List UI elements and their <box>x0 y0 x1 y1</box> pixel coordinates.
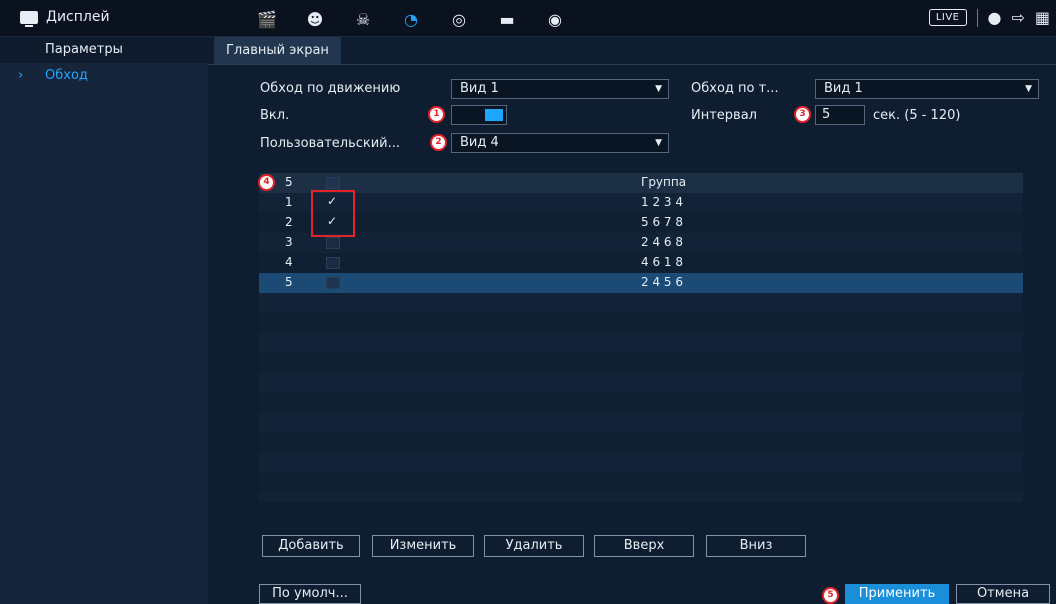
chevron-down-icon: ▼ <box>655 84 662 94</box>
badge-3: 3 <box>794 106 811 123</box>
empty-row <box>259 313 1023 333</box>
tab-main-screen[interactable]: Главный экран <box>214 37 341 64</box>
row-number: 5 <box>285 275 293 289</box>
user-icon[interactable]: ● <box>988 8 1002 27</box>
custom-select[interactable]: Вид 4 ▼ <box>451 133 669 153</box>
badge-1: 1 <box>428 106 445 123</box>
chevron-right-icon: › <box>18 68 24 83</box>
select-all-checkbox[interactable] <box>326 177 340 189</box>
table-header: 5 Группа <box>259 173 1023 193</box>
row-group: 5 6 7 8 <box>641 215 683 229</box>
row-number: 1 <box>285 195 293 209</box>
monitor-icon[interactable]: ▬ <box>483 8 531 30</box>
row-number: 4 <box>285 255 293 269</box>
dial-icon[interactable]: ◔ <box>387 8 435 30</box>
row-checkbox[interactable] <box>326 257 340 269</box>
group-header: Группа <box>641 175 687 189</box>
add-button[interactable]: Добавить <box>262 535 360 557</box>
speaker-icon[interactable]: ◉ <box>531 8 579 30</box>
tour-by-label: Обход по т... <box>691 81 779 96</box>
down-button[interactable]: Вниз <box>706 535 806 557</box>
enable-toggle[interactable] <box>451 105 507 125</box>
row-group: 4 6 1 8 <box>641 255 683 269</box>
empty-row <box>259 473 1023 493</box>
qr-icon[interactable]: ▦ <box>1035 8 1050 27</box>
live-button[interactable]: LIVE <box>928 9 967 26</box>
toggle-knob <box>485 109 503 121</box>
chevron-down-icon: ▼ <box>1025 84 1032 94</box>
empty-row <box>259 353 1023 373</box>
table-row[interactable]: 1 ✓ 1 2 3 4 <box>259 193 1023 213</box>
top-right-bar: LIVE ● ⇨ ▦ <box>928 8 1050 27</box>
row-number: 2 <box>285 215 293 229</box>
empty-row <box>259 373 1023 393</box>
custom-label: Пользовательский... <box>260 136 401 151</box>
row-number: 3 <box>285 235 293 249</box>
sidebar: Параметры › Обход <box>0 37 208 604</box>
sidebar-item-parameters[interactable]: Параметры <box>0 37 208 63</box>
select-value: Вид 4 <box>460 135 499 150</box>
delete-button[interactable]: Удалить <box>484 535 584 557</box>
highlight-box <box>311 190 355 237</box>
sidebar-item-label: Параметры <box>45 42 123 57</box>
sidebar-item-tour[interactable]: › Обход <box>0 63 208 89</box>
title-text: Дисплей <box>46 9 110 25</box>
row-group: 2 4 5 6 <box>641 275 683 289</box>
row-checkbox[interactable] <box>326 277 340 289</box>
table-row[interactable]: 4 4 6 1 8 <box>259 253 1023 273</box>
enable-label: Вкл. <box>260 108 290 123</box>
interval-label: Интервал <box>691 108 757 123</box>
select-value: Вид 1 <box>824 81 863 96</box>
row-checkbox[interactable] <box>326 237 340 249</box>
face-icon[interactable]: ☻ <box>291 8 339 30</box>
edit-button[interactable]: Изменить <box>372 535 474 557</box>
empty-row <box>259 433 1023 453</box>
window-title: Дисплей <box>20 9 110 27</box>
empty-row <box>259 293 1023 313</box>
default-button[interactable]: По умолч... <box>259 584 361 604</box>
top-bar: Дисплей 🎬 ☻ ☠ ◔ ◎ ▬ ◉ LIVE ● ⇨ ▦ <box>0 0 1056 37</box>
tab-bar: Главный экран <box>208 37 1056 65</box>
top-icons: 🎬 ☻ ☠ ◔ ◎ ▬ ◉ <box>243 8 579 30</box>
ring-icon[interactable]: ◎ <box>435 8 483 30</box>
group-table: 5 Группа 1 ✓ 1 2 3 4 2 ✓ 5 6 7 8 3 2 4 6… <box>259 173 1023 502</box>
apply-button[interactable]: Применить <box>845 584 949 604</box>
empty-row <box>259 333 1023 353</box>
up-button[interactable]: Вверх <box>594 535 694 557</box>
tour-by-select[interactable]: Вид 1 ▼ <box>815 79 1039 99</box>
table-row[interactable]: 2 ✓ 5 6 7 8 <box>259 213 1023 233</box>
logout-icon[interactable]: ⇨ <box>1011 8 1024 27</box>
badge-4: 4 <box>258 174 275 191</box>
monitor-icon <box>20 10 38 27</box>
table-row[interactable]: 3 2 4 6 8 <box>259 233 1023 253</box>
table-row[interactable]: 5 2 4 5 6 <box>259 273 1023 293</box>
interval-input[interactable]: 5 <box>815 105 865 125</box>
row-group: 2 4 6 8 <box>641 235 683 249</box>
divider <box>976 8 978 27</box>
row-group: 1 2 3 4 <box>641 195 683 209</box>
empty-row <box>259 413 1023 433</box>
motion-tour-label: Обход по движению <box>260 81 401 96</box>
badge-2: 2 <box>430 134 447 151</box>
row-count: 5 <box>285 175 293 189</box>
film-icon[interactable]: 🎬 <box>243 8 291 30</box>
cancel-button[interactable]: Отмена <box>956 584 1050 604</box>
empty-row <box>259 453 1023 473</box>
motion-tour-select[interactable]: Вид 1 ▼ <box>451 79 669 99</box>
interval-unit: сек. (5 - 120) <box>873 108 961 123</box>
badge-5: 5 <box>822 587 839 604</box>
alarm-icon[interactable]: ☠ <box>339 8 387 30</box>
chevron-down-icon: ▼ <box>655 138 662 148</box>
empty-row <box>259 393 1023 413</box>
select-value: Вид 1 <box>460 81 499 96</box>
sidebar-item-label: Обход <box>45 68 88 83</box>
